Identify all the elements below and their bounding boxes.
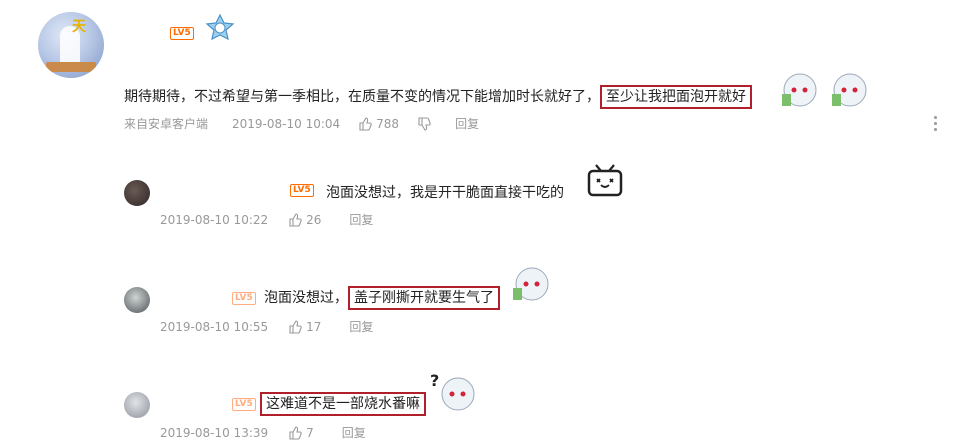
timestamp: 2019-08-10 10:55 bbox=[160, 319, 269, 334]
source-label: 来自安卓客户端 bbox=[124, 117, 209, 131]
timestamp: 2019-08-10 13:39 bbox=[160, 425, 269, 440]
like-icon[interactable] bbox=[288, 425, 302, 440]
reply-avatar[interactable] bbox=[124, 180, 150, 206]
reply-meta: 2019-08-10 10:55 17 回复 bbox=[160, 318, 373, 335]
sticker-emoji bbox=[778, 70, 874, 110]
highlight-box: 盖子刚撕开就要生气了 bbox=[348, 286, 500, 310]
user-avatar[interactable]: 天 bbox=[38, 12, 104, 78]
reply-button[interactable]: 回复 bbox=[342, 424, 366, 441]
reply-meta: 2019-08-10 13:39 7 回复 bbox=[160, 424, 366, 441]
level-badge: LV5 bbox=[232, 292, 256, 305]
like-icon[interactable] bbox=[288, 319, 302, 334]
like-count: 7 bbox=[306, 425, 314, 440]
like-icon[interactable] bbox=[358, 116, 372, 131]
level-badge: LV5 bbox=[290, 184, 314, 197]
reply-button[interactable]: 回复 bbox=[455, 115, 479, 132]
timestamp: 2019-08-10 10:04 bbox=[232, 116, 341, 131]
highlight-box: 这难道不是一部烧水番嘛 bbox=[260, 392, 426, 416]
question-sticker-emoji: ? bbox=[428, 370, 480, 414]
dislike-icon[interactable] bbox=[417, 116, 431, 131]
reply-text: 这难道不是一部烧水番嘛 bbox=[260, 392, 426, 416]
sticker-emoji bbox=[508, 264, 554, 304]
level-badge: LV5 bbox=[232, 398, 256, 411]
main-comment-text: 期待期待，不过希望与第一季相比，在质量不变的情况下能增加时长就好了， 至少让我把面… bbox=[124, 85, 752, 109]
reply-avatar[interactable] bbox=[124, 392, 150, 418]
main-comment-meta: 来自安卓客户端 2019-08-10 10:04 788 回复 bbox=[124, 115, 479, 132]
like-count: 17 bbox=[306, 319, 322, 334]
more-options-icon[interactable] bbox=[934, 116, 938, 134]
reply-meta: 2019-08-10 10:22 26 回复 bbox=[160, 211, 373, 228]
reply-avatar[interactable] bbox=[124, 287, 150, 313]
like-count: 788 bbox=[376, 116, 400, 131]
like-icon[interactable] bbox=[288, 212, 302, 227]
timestamp: 2019-08-10 10:22 bbox=[160, 212, 269, 227]
reply-text: 泡面没想过， 盖子刚撕开就要生气了 bbox=[264, 286, 500, 310]
reply-text: 泡面没想过，我是开干脆面直接干吃的 bbox=[326, 185, 564, 201]
tv-emoji-icon bbox=[586, 162, 624, 200]
medal-icon bbox=[205, 14, 235, 44]
svg-text:?: ? bbox=[430, 371, 439, 390]
reply-button[interactable]: 回复 bbox=[349, 211, 373, 228]
level-badge: LV5 bbox=[170, 27, 194, 40]
like-count: 26 bbox=[306, 212, 322, 227]
reply-button[interactable]: 回复 bbox=[349, 318, 373, 335]
highlight-box: 至少让我把面泡开就好 bbox=[600, 85, 752, 109]
